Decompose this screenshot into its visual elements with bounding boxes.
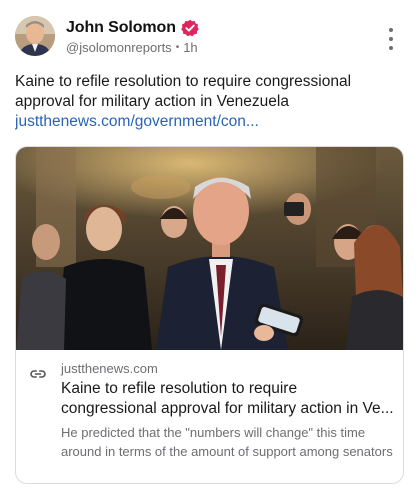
avatar-image [15,16,55,56]
author-name-row: John Solomon [66,18,199,38]
link-preview-card[interactable]: justthenews.com Kaine to refile resoluti… [15,146,404,484]
verified-badge-icon [181,19,199,37]
handle-separator: • [175,42,180,53]
post-header: John Solomon @jsolomonreports • 1h [15,16,405,60]
link-title-line-1: Kaine to refile resolution to require [61,380,298,397]
author-handle-row: @jsolomonreports • 1h [66,40,198,55]
post-body: Kaine to refile resolution to require co… [15,72,405,132]
link-icon [29,365,47,383]
link-title-line-2: congressional approval for military acti… [61,400,394,417]
link-title[interactable]: Kaine to refile resolution to require co… [61,379,396,419]
author-avatar[interactable] [15,16,55,56]
author-display-name[interactable]: John Solomon [66,19,176,37]
post-text: Kaine to refile resolution to require co… [15,73,352,110]
link-domain: justthenews.com [61,361,158,376]
more-vertical-icon[interactable] [385,28,397,50]
post-link[interactable]: justthenews.com/government/con... [15,112,305,132]
post-timestamp[interactable]: 1h [183,40,197,55]
link-preview-image[interactable] [16,147,403,350]
author-handle[interactable]: @jsolomonreports [66,40,172,55]
link-description: He predicted that the "numbers will chan… [61,425,393,459]
